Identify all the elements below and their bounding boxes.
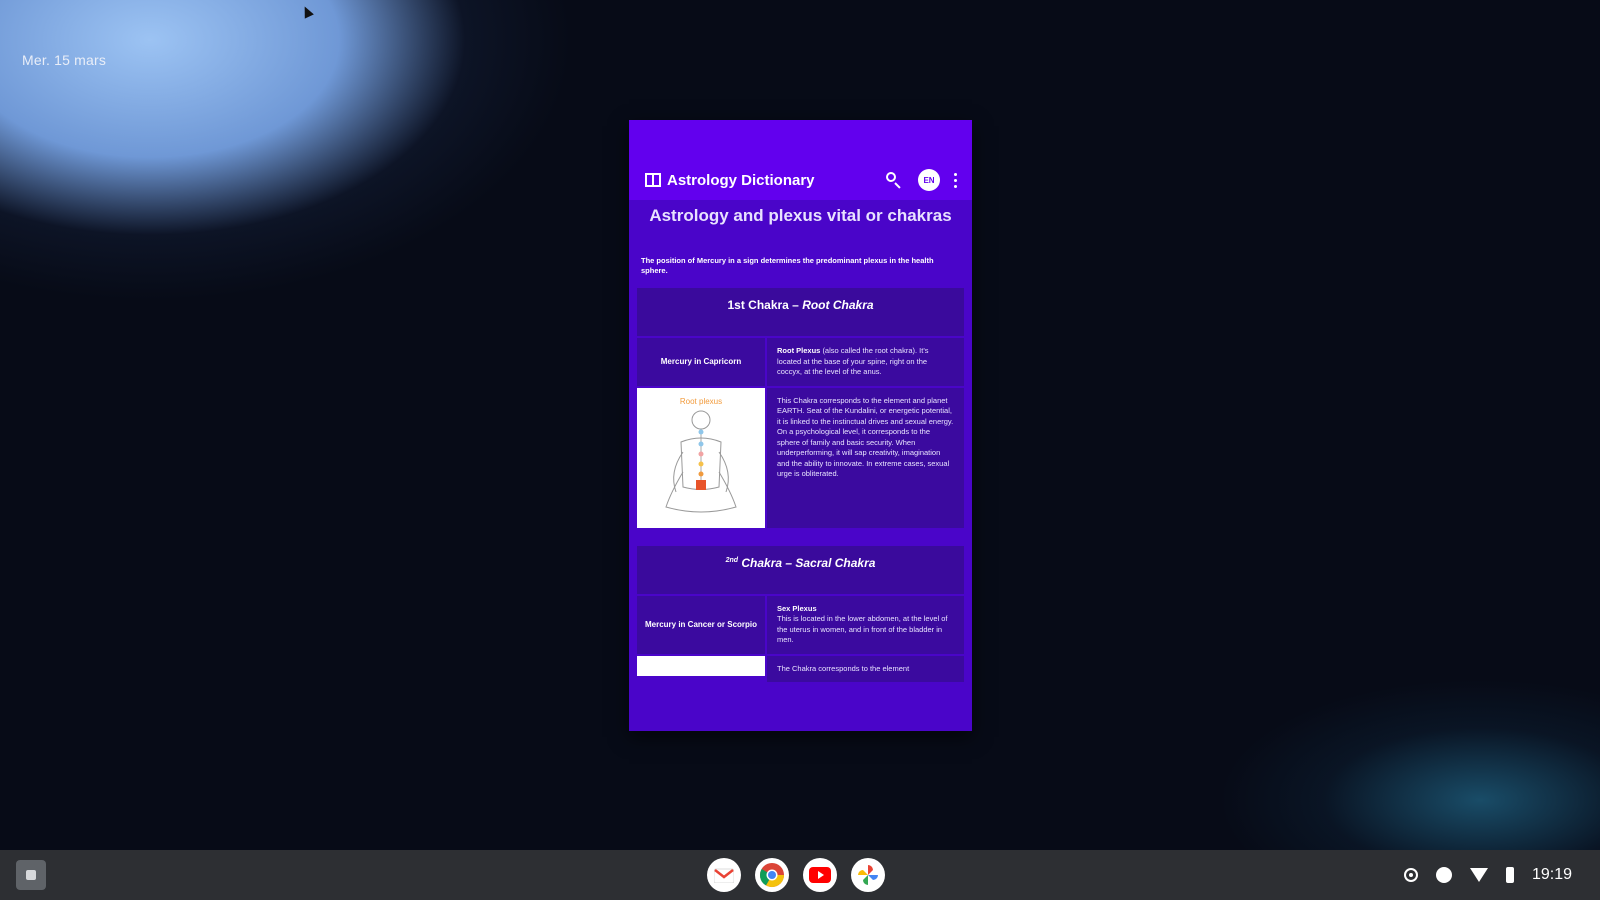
system-shelf: 19:19	[0, 850, 1600, 900]
app-window[interactable]: Astrology Dictionary EN Astrology and pl…	[629, 120, 972, 731]
chakra-1-row-description: Root plexus This Chakra corresponds to t…	[637, 387, 964, 528]
chakra-2-governs: Mercury in Cancer or Scorpio	[637, 595, 765, 654]
chakra-header-2: 2nd Chakra – Sacral Chakra	[637, 545, 964, 594]
chakra-2-plexus: Sex Plexus This is located in the lower …	[767, 595, 964, 654]
chakra-1-row-plexus: Mercury in Capricorn Root Plexus (also c…	[637, 338, 964, 386]
wifi-icon[interactable]	[1469, 868, 1488, 882]
launcher-icon	[26, 870, 36, 880]
desktop-date: Mer. 15 mars	[22, 52, 107, 68]
chakra-2-plexus-text: This is located in the lower abdomen, at…	[777, 614, 948, 644]
book-icon	[645, 173, 661, 187]
sacral-plexus-figure	[637, 655, 765, 676]
chakra-1-governs: Mercury in Capricorn	[637, 338, 765, 386]
chakra-1-description: This Chakra corresponds to the element a…	[767, 387, 964, 528]
youtube-icon[interactable]	[803, 858, 837, 892]
app-title: Astrology Dictionary	[667, 171, 815, 189]
language-button[interactable]: EN	[918, 169, 940, 191]
gmail-icon[interactable]	[707, 858, 741, 892]
intro-text: The position of Mercury in a sign determ…	[641, 256, 934, 275]
pinned-apps	[707, 858, 885, 892]
chakra-2-sup: 2nd	[725, 556, 739, 564]
notification-icon[interactable]	[1435, 867, 1452, 883]
meditating-figure-icon: Root plexus	[665, 397, 737, 512]
status-tray[interactable]: 19:19	[1403, 850, 1572, 900]
language-badge: EN	[918, 169, 940, 191]
chakra-1-plexus-title: Root Plexus	[777, 346, 821, 355]
chakra-1-number: 1st Chakra	[727, 298, 789, 312]
chakra-1-sep: –	[788, 298, 803, 312]
chrome-icon[interactable]	[755, 858, 789, 892]
photos-icon[interactable]	[851, 858, 885, 892]
chakra-2-plexus-title: Sex Plexus	[777, 603, 817, 613]
chakra-2-description: The Chakra corresponds to the element	[767, 655, 964, 682]
chakra-2-row-plexus: Mercury in Cancer or Scorpio Sex Plexus …	[637, 595, 964, 654]
search-icon	[884, 170, 904, 190]
chakra-1-name: Root Chakra	[802, 298, 874, 312]
settings-icon[interactable]	[1403, 868, 1418, 882]
chakra-header-1: 1st Chakra – Root Chakra	[637, 288, 964, 336]
article-content[interactable]: Astrology and plexus vital or chakras Th…	[629, 200, 972, 731]
mouse-cursor-icon	[300, 4, 314, 19]
chakra-2-row-description: The Chakra corresponds to the element	[637, 655, 964, 682]
chakra-2-number: 2nd	[726, 556, 738, 570]
app-toolbar: Astrology Dictionary EN	[629, 160, 972, 200]
battery-icon[interactable]	[1505, 867, 1514, 883]
chakra-1-plexus: Root Plexus (also called the root chakra…	[767, 338, 964, 386]
page-title: Astrology and plexus vital or chakras	[649, 206, 952, 225]
more-options-icon[interactable]	[954, 172, 958, 188]
clock[interactable]: 19:19	[1532, 866, 1572, 884]
root-plexus-figure: Root plexus	[637, 387, 765, 528]
chakra-2-title-rest: Chakra – Sacral Chakra	[738, 555, 876, 570]
launcher-button[interactable]	[16, 860, 46, 890]
search-button[interactable]	[884, 170, 904, 190]
figure-label: Root plexus	[680, 397, 722, 406]
window-caption-bar[interactable]	[629, 120, 972, 160]
